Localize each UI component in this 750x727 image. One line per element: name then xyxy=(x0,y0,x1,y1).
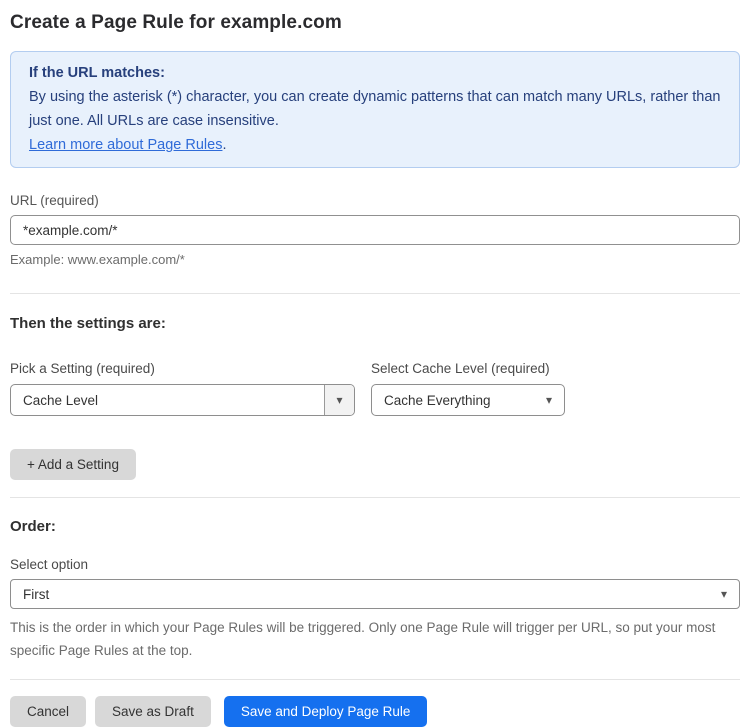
cache-level-group: Select Cache Level (required) Cache Ever… xyxy=(371,361,565,416)
pick-setting-value: Cache Level xyxy=(23,392,99,408)
order-value: First xyxy=(23,586,50,602)
order-dropdown[interactable]: First ▾ xyxy=(10,579,740,609)
learn-more-link[interactable]: Learn more about Page Rules xyxy=(29,137,222,153)
url-input[interactable] xyxy=(10,215,740,245)
settings-row: Pick a Setting (required) Cache Level ▾ … xyxy=(10,361,740,416)
settings-section-heading: Then the settings are: xyxy=(10,315,166,332)
link-suffix: . xyxy=(222,137,227,153)
pick-setting-group: Pick a Setting (required) Cache Level ▾ xyxy=(10,361,355,416)
pick-setting-label: Pick a Setting (required) xyxy=(10,361,155,376)
divider xyxy=(10,497,740,498)
info-box-link-line: Learn more about Page Rules. xyxy=(29,133,721,157)
cache-level-value: Cache Everything xyxy=(384,392,491,408)
url-field-label: URL (required) xyxy=(10,193,99,208)
pick-setting-dropdown[interactable]: Cache Level ▾ xyxy=(10,384,355,416)
page-title: Create a Page Rule for example.com xyxy=(10,12,342,33)
cache-level-dropdown[interactable]: Cache Everything ▾ xyxy=(371,384,565,416)
chevron-down-icon: ▾ xyxy=(545,393,552,407)
divider xyxy=(10,679,740,680)
cancel-button[interactable]: Cancel xyxy=(10,696,87,727)
info-box-heading: If the URL matches: xyxy=(29,65,165,81)
save-and-deploy-button[interactable]: Save and Deploy Page Rule xyxy=(223,696,428,727)
save-as-draft-button[interactable]: Save as Draft xyxy=(95,696,211,727)
url-example-helper: Example: www.example.com/* xyxy=(10,252,185,267)
chevron-down-icon: ▾ xyxy=(720,587,727,601)
order-section-heading: Order: xyxy=(10,518,56,535)
cache-level-label: Select Cache Level (required) xyxy=(371,361,550,376)
url-match-info-box: If the URL matches: By using the asteris… xyxy=(10,51,740,168)
chevron-down-icon: ▾ xyxy=(324,385,354,415)
info-box-body: By using the asterisk (*) character, you… xyxy=(29,89,721,129)
add-setting-button[interactable]: + Add a Setting xyxy=(10,449,136,480)
order-select-label: Select option xyxy=(10,557,89,572)
order-helper-text: This is the order in which your Page Rul… xyxy=(10,620,716,658)
divider xyxy=(10,293,740,294)
actions-row: Cancel Save as Draft Save and Deploy Pag… xyxy=(10,696,740,727)
